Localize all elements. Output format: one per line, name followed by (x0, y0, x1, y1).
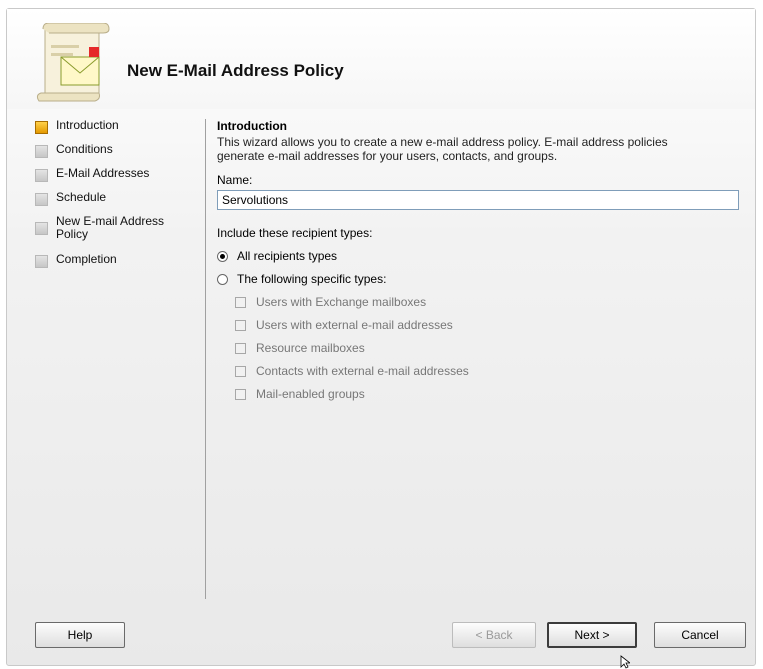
checkbox[interactable] (235, 365, 246, 377)
checkbox[interactable] (235, 342, 246, 354)
radio-all-recipients[interactable]: All recipients types (217, 249, 743, 263)
checkbox-resource-mailboxes[interactable]: Resource mailboxes (235, 341, 743, 355)
step-label: Schedule (56, 190, 107, 204)
step-pending-icon (35, 193, 48, 206)
address-policy-scroll-icon (36, 23, 110, 102)
help-button[interactable]: Help (35, 622, 125, 648)
checkbox-exchange-mailboxes[interactable]: Users with Exchange mailboxes (235, 295, 743, 309)
checkbox-label: Users with external e-mail addresses (256, 318, 453, 332)
description-line-2: generate e-mail addresses for your users… (217, 149, 558, 163)
wizard-header: New E-Mail Address Policy (7, 9, 755, 109)
step-pending-icon (35, 145, 48, 158)
step-label: Conditions (56, 142, 113, 156)
radio-button[interactable] (217, 273, 228, 285)
step-new-email-address-policy[interactable]: New E-mail Address Policy (35, 215, 195, 253)
step-email-addresses[interactable]: E-Mail Addresses (35, 167, 195, 191)
section-heading: Introduction (217, 119, 287, 133)
back-button[interactable]: < Back (452, 622, 536, 648)
checkbox[interactable] (235, 388, 246, 400)
description-line-1: This wizard allows you to create a new e… (217, 135, 668, 149)
radio-label: The following specific types: (237, 272, 387, 286)
mouse-cursor-icon (620, 655, 630, 669)
radio-specific-types[interactable]: The following specific types: (217, 272, 743, 286)
wizard-steps: Introduction Conditions E-Mail Addresses… (35, 119, 195, 277)
step-pending-icon (35, 222, 48, 235)
pane-divider (205, 119, 206, 599)
recipient-types-label: Include these recipient types: (217, 226, 373, 240)
checkbox-external-email-users[interactable]: Users with external e-mail addresses (235, 318, 743, 332)
name-input[interactable] (217, 190, 739, 210)
step-completion[interactable]: Completion (35, 253, 195, 277)
checkbox-label: Resource mailboxes (256, 341, 365, 355)
wizard-content: Introduction This wizard allows you to c… (217, 119, 743, 401)
cancel-button[interactable]: Cancel (654, 622, 746, 648)
step-label: Introduction (56, 118, 119, 132)
step-active-icon (35, 121, 48, 134)
wizard-window: New E-Mail Address Policy Introduction C… (6, 8, 756, 666)
checkbox-label: Mail-enabled groups (256, 387, 365, 401)
radio-button-selected[interactable] (217, 250, 228, 262)
next-button[interactable]: Next > (547, 622, 637, 648)
radio-label: All recipients types (237, 249, 338, 263)
name-label: Name: (217, 173, 253, 187)
checkbox[interactable] (235, 319, 246, 331)
checkbox-mail-enabled-groups[interactable]: Mail-enabled groups (235, 387, 743, 401)
checkbox-label: Users with Exchange mailboxes (256, 295, 427, 309)
checkbox-external-contacts[interactable]: Contacts with external e-mail addresses (235, 364, 743, 378)
step-pending-icon (35, 169, 48, 182)
step-schedule[interactable]: Schedule (35, 191, 195, 215)
step-conditions[interactable]: Conditions (35, 143, 195, 167)
wizard-title: New E-Mail Address Policy (127, 61, 344, 80)
step-label: E-Mail Addresses (56, 166, 150, 180)
step-introduction[interactable]: Introduction (35, 119, 195, 143)
step-label: New E-mail Address Policy (56, 214, 165, 241)
checkbox[interactable] (235, 296, 246, 308)
step-label: Completion (56, 252, 117, 266)
checkbox-label: Contacts with external e-mail addresses (256, 364, 469, 378)
step-pending-icon (35, 255, 48, 268)
